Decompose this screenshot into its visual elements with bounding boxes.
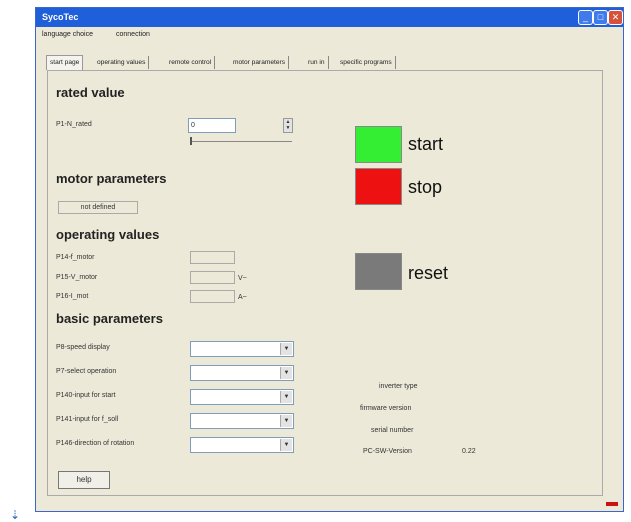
op-label-f-motor: P14-f_motor [56, 254, 95, 261]
reset-button[interactable] [355, 253, 402, 290]
tab-specific-programs[interactable]: specific programs [337, 56, 396, 69]
motor-parameters-status: not defined [58, 201, 138, 214]
bp-label-input-f-soll: P141-input for f_soll [56, 416, 119, 423]
chevron-down-icon[interactable]: ▼ [280, 367, 292, 379]
tab-operating-values[interactable]: operating values [94, 56, 150, 69]
op-label-i-mot: P16-I_mot [56, 293, 89, 300]
bp-select-input-start[interactable]: ▼ [190, 389, 294, 405]
op-value-v-motor [190, 271, 235, 284]
title-bar[interactable]: SycoTec _ □ ✕ [36, 8, 623, 27]
rated-value-label: P1-N_rated [56, 121, 92, 128]
operating-values-heading: operating values [56, 227, 160, 242]
rated-value-slider-thumb[interactable] [190, 137, 192, 145]
start-button[interactable] [355, 126, 402, 163]
basic-parameters-heading: basic parameters [56, 311, 163, 326]
chevron-down-icon[interactable]: ▼ [280, 439, 292, 451]
tab-remote-control[interactable]: remote control [166, 56, 216, 69]
bp-select-input-f-soll[interactable]: ▼ [190, 413, 294, 429]
chevron-down-icon[interactable]: ▼ [280, 343, 292, 355]
start-page-panel: rated value P1-N_rated 0 ▲ ▼ motor parame… [47, 70, 603, 496]
start-label: start [408, 134, 444, 154]
serial-number-label: serial number [371, 427, 414, 434]
menu-connection[interactable]: connection [116, 31, 150, 38]
app-window: SycoTec _ □ ✕ language choice connection… [35, 7, 624, 512]
motor-parameters-heading: motor parameters [56, 171, 167, 186]
menu-language-choice[interactable]: language choice [42, 31, 93, 38]
menu-bar: language choice connection [36, 28, 623, 43]
rated-value-spinner[interactable]: ▲ ▼ [283, 118, 293, 133]
bp-label-direction: P146-direction of rotation [56, 440, 135, 447]
op-unit-v-motor: V~ [238, 275, 247, 282]
bp-select-speed-display[interactable]: ▼ [190, 341, 294, 357]
op-label-v-motor: P15-V_motor [56, 274, 98, 281]
bp-select-operation[interactable]: ▼ [190, 365, 294, 381]
tab-start-page[interactable]: start page [46, 55, 84, 70]
chevron-down-icon[interactable]: ▼ [280, 391, 292, 403]
stop-button[interactable] [355, 168, 402, 205]
rated-value-slider-track[interactable] [190, 141, 292, 142]
pc-sw-version-value: 0.22 [462, 448, 476, 455]
tab-run-in[interactable]: run in [305, 56, 329, 69]
bp-label-speed-display: P8-speed display [56, 344, 110, 351]
help-button[interactable]: help [58, 471, 110, 489]
pc-sw-version-label: PC-SW-Version [363, 448, 412, 455]
op-unit-i-mot: A~ [238, 294, 247, 301]
status-indicator [606, 502, 618, 506]
chevron-down-icon[interactable]: ▼ [280, 415, 292, 427]
bp-label-input-start: P140-input for start [56, 392, 116, 399]
bp-label-select-operation: P7-select operation [56, 368, 117, 375]
bp-select-direction[interactable]: ▼ [190, 437, 294, 453]
close-button[interactable]: ✕ [608, 10, 623, 25]
firmware-version-label: firmware version [360, 405, 412, 412]
maximize-button[interactable]: □ [593, 10, 608, 25]
rated-value-input[interactable]: 0 [188, 118, 236, 133]
op-value-i-mot [190, 290, 235, 303]
inverter-type-label: inverter type [379, 383, 418, 390]
download-icon[interactable]: ⇣ [10, 508, 20, 522]
window-title: SycoTec [42, 12, 79, 22]
tab-motor-parameters[interactable]: motor parameters [230, 56, 290, 69]
rated-value-heading: rated value [56, 85, 125, 100]
stop-label: stop [408, 177, 443, 197]
reset-label: reset [408, 263, 449, 283]
minimize-button[interactable]: _ [578, 10, 593, 25]
op-value-f-motor [190, 251, 235, 264]
